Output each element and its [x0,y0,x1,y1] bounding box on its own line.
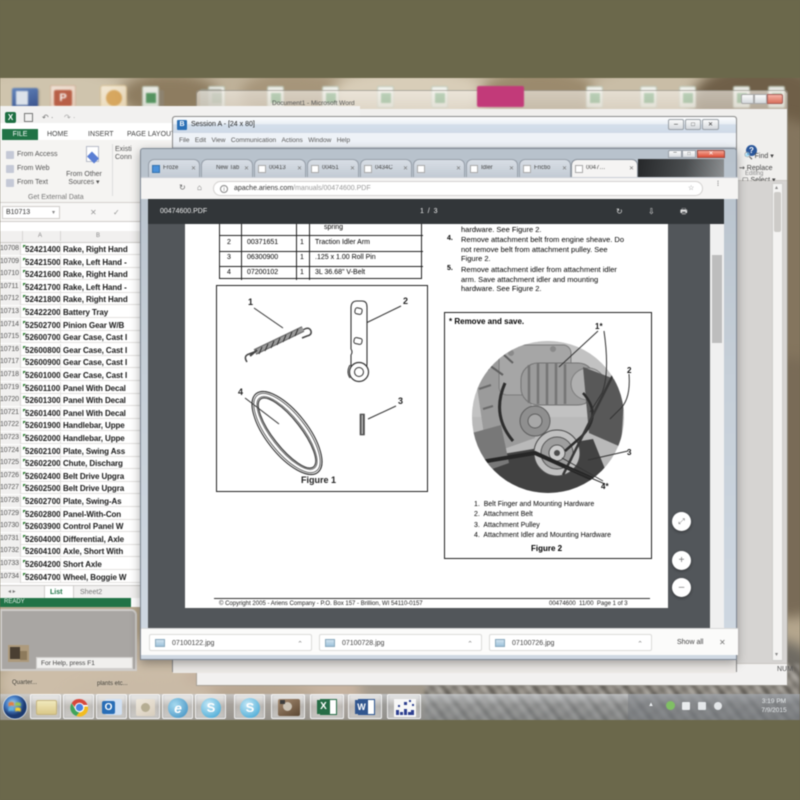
svg-text:2: 2 [403,296,408,306]
svg-text:1: 1 [248,297,253,307]
svg-text:3: 3 [398,396,403,406]
svg-text:4: 4 [238,387,243,397]
svg-text:2: 2 [627,366,632,375]
svg-text:3: 3 [627,448,632,457]
svg-text:Figure 1: Figure 1 [301,475,336,485]
svg-text:4*: 4* [601,482,609,491]
svg-text:1*: 1* [595,322,603,331]
